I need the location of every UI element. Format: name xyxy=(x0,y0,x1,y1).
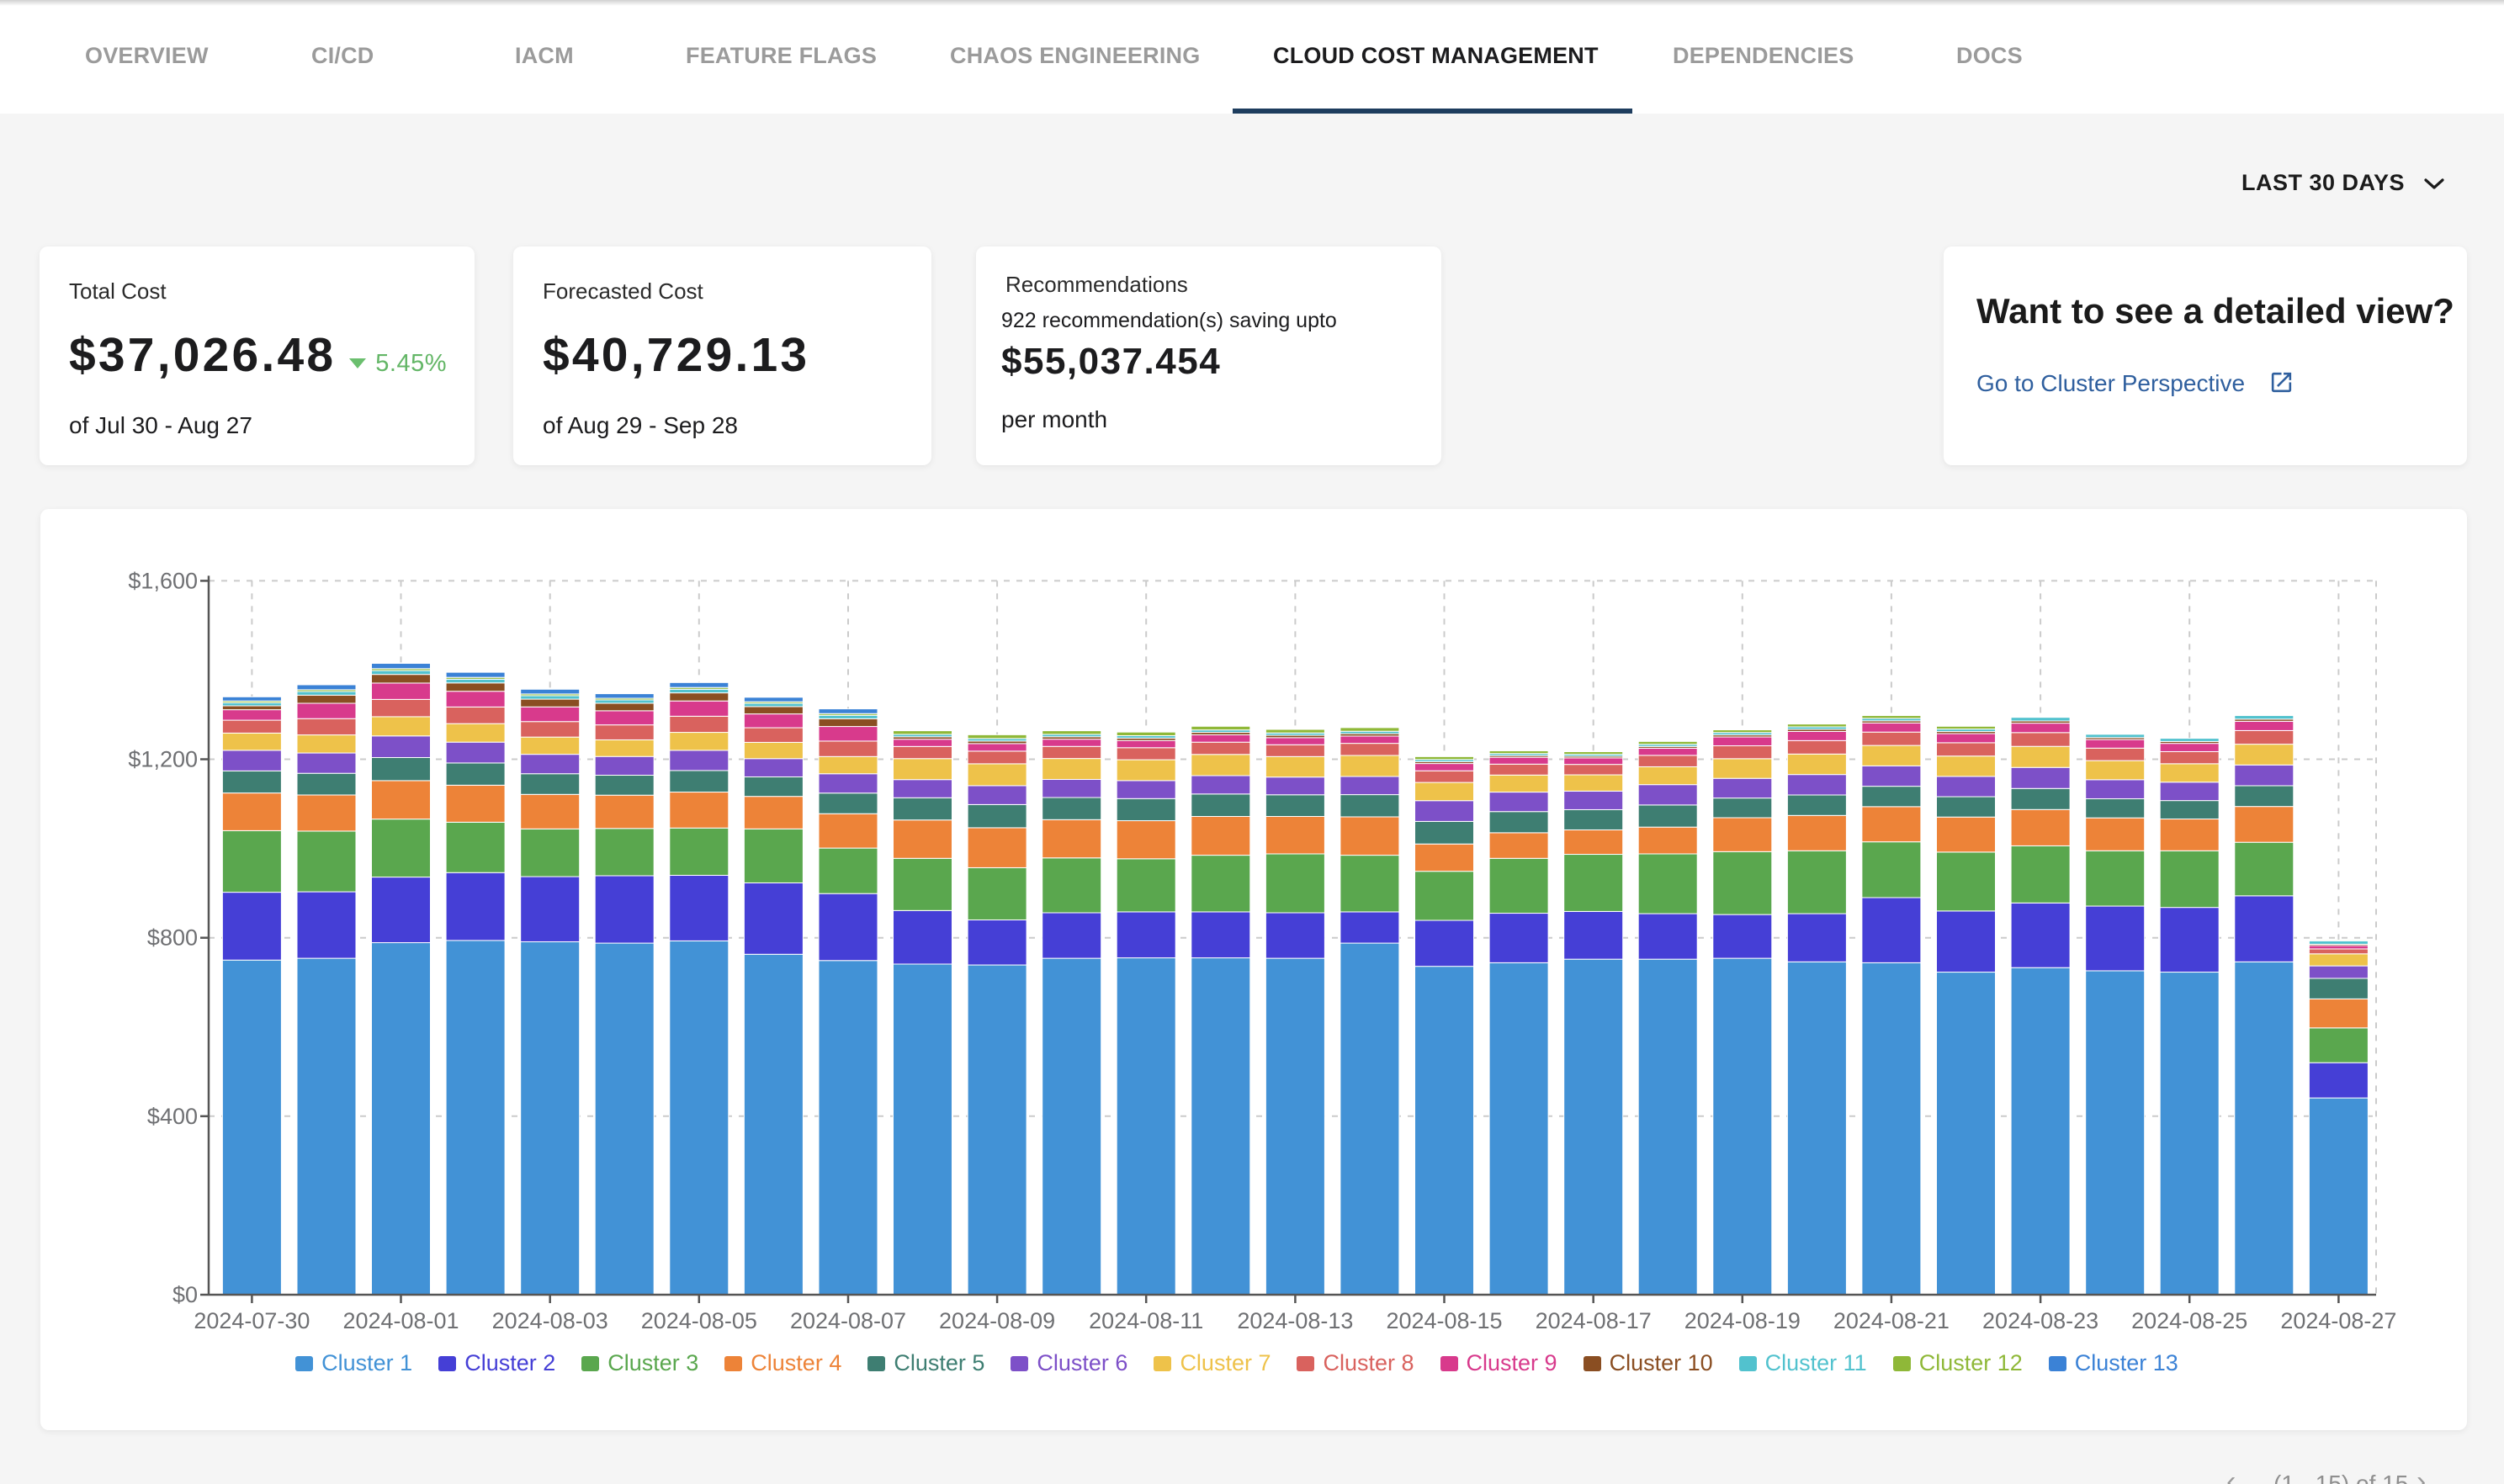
svg-text:$1,200: $1,200 xyxy=(128,747,198,772)
svg-text:$400: $400 xyxy=(147,1104,198,1129)
svg-text:2024-08-25: 2024-08-25 xyxy=(2131,1308,2247,1333)
svg-text:2024-08-15: 2024-08-15 xyxy=(1386,1308,1502,1333)
svg-text:2024-08-07: 2024-08-07 xyxy=(790,1308,906,1333)
svg-text:$1,600: $1,600 xyxy=(128,568,198,593)
svg-text:2024-08-27: 2024-08-27 xyxy=(2280,1308,2396,1333)
svg-text:2024-07-30: 2024-07-30 xyxy=(194,1308,310,1333)
svg-text:2024-08-23: 2024-08-23 xyxy=(1982,1308,2098,1333)
svg-text:2024-08-01: 2024-08-01 xyxy=(342,1308,459,1333)
svg-text:$0: $0 xyxy=(172,1282,198,1307)
svg-text:2024-08-19: 2024-08-19 xyxy=(1684,1308,1801,1333)
svg-text:$800: $800 xyxy=(147,925,198,951)
svg-text:2024-08-09: 2024-08-09 xyxy=(939,1308,1055,1333)
svg-text:2024-08-11: 2024-08-11 xyxy=(1089,1308,1203,1333)
svg-text:2024-08-05: 2024-08-05 xyxy=(641,1308,757,1333)
svg-text:2024-08-03: 2024-08-03 xyxy=(492,1308,608,1333)
svg-text:2024-08-13: 2024-08-13 xyxy=(1237,1308,1353,1333)
svg-text:2024-08-21: 2024-08-21 xyxy=(1833,1308,1950,1333)
svg-text:2024-08-17: 2024-08-17 xyxy=(1536,1308,1652,1333)
